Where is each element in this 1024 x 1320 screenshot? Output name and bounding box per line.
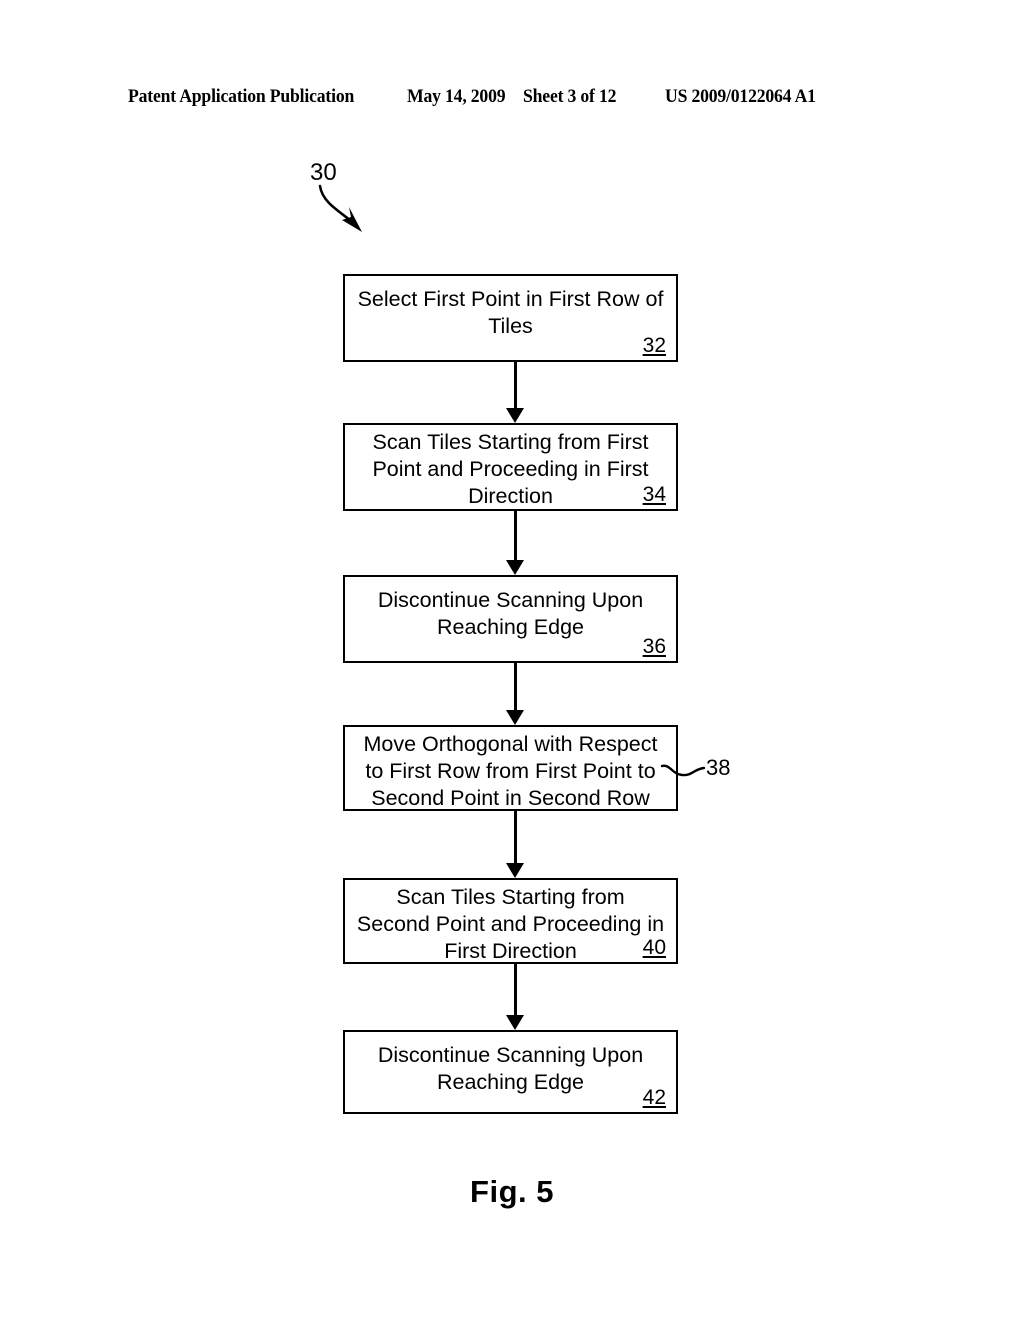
flow-connector-38-40 <box>504 811 528 878</box>
arrowhead-icon <box>506 1015 524 1030</box>
flow-node-40-text: Scan Tiles Starting from Second Point an… <box>356 885 665 963</box>
flow-node-36: Discontinue Scanning Upon Reaching Edge … <box>343 575 678 663</box>
flow-connector-32-34 <box>504 362 528 423</box>
flow-connector-40-42 <box>504 964 528 1030</box>
flow-node-34: Scan Tiles Starting from First Point and… <box>343 423 678 511</box>
flow-node-32-ref: 32 <box>642 334 666 357</box>
flow-node-42-ref: 42 <box>642 1086 666 1109</box>
flow-node-38-external-ref: 38 <box>660 750 755 794</box>
flow-node-32: Select First Point in First Row of Tiles… <box>343 274 678 362</box>
flow-node-36-ref: 36 <box>642 635 666 658</box>
flow-node-42: Discontinue Scanning Upon Reaching Edge … <box>343 1030 678 1114</box>
flow-node-32-text: Select First Point in First Row of Tiles <box>357 287 664 338</box>
connector-stem <box>514 511 517 561</box>
arrowhead-icon <box>506 863 524 878</box>
flow-node-34-ref: 34 <box>642 483 666 506</box>
flow-node-34-text: Scan Tiles Starting from First Point and… <box>372 430 649 508</box>
flowchart-figure: 30 Select First Point in First Row of Ti… <box>0 0 1024 1320</box>
figure-caption: Fig. 5 <box>470 1174 554 1209</box>
flow-connector-34-36 <box>504 511 528 575</box>
flow-connector-36-38 <box>504 663 528 725</box>
arrowhead-icon <box>506 560 524 575</box>
flow-node-38: Move Orthogonal with Respect to First Ro… <box>343 725 678 811</box>
connector-stem <box>514 811 517 864</box>
arrowhead-icon <box>506 408 524 423</box>
flow-node-40: Scan Tiles Starting from Second Point an… <box>343 878 678 964</box>
flow-node-38-text: Move Orthogonal with Respect to First Ro… <box>363 732 658 810</box>
connector-stem <box>514 362 517 409</box>
diagram-reference-30: 30 <box>300 160 430 250</box>
connector-stem <box>514 663 517 711</box>
flow-node-40-ref: 40 <box>642 936 666 959</box>
flow-node-42-text: Discontinue Scanning Upon Reaching Edge <box>377 1043 644 1094</box>
flow-node-38-ref: 38 <box>706 755 731 780</box>
connector-stem <box>514 964 517 1016</box>
flow-node-36-text: Discontinue Scanning Upon Reaching Edge <box>377 588 644 639</box>
arrowhead-icon <box>506 710 524 725</box>
diagram-reference-30-label: 30 <box>310 159 337 186</box>
